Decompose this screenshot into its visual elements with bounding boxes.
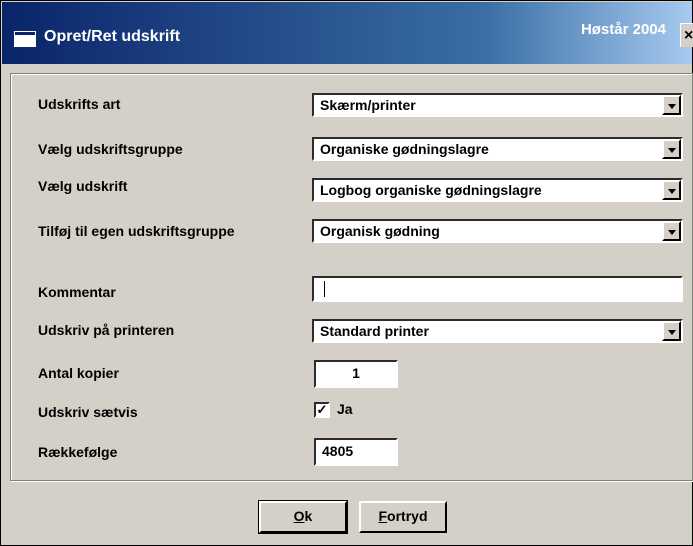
udskriftsgruppe-label: Vælg udskriftsgruppe [38, 141, 183, 157]
udskriftsgruppe-value: Organiske gødningslagre [320, 141, 489, 157]
ok-label-rest: k [304, 508, 313, 524]
season-label: Høstår 2004 [580, 21, 666, 38]
udskrift-label: Vælg udskrift [38, 178, 128, 194]
printer-label: Udskriv på printeren [38, 322, 175, 338]
egen-gruppe-value: Organisk gødning [320, 223, 440, 239]
egen-gruppe-label: Tilføj til egen udskriftsgruppe [38, 223, 235, 239]
ok-button[interactable]: Ok [258, 500, 348, 534]
window-icon [14, 31, 36, 47]
saetvis-check-label[interactable]: Ja [337, 401, 353, 417]
raekkefolge-label: Rækkefølge [38, 444, 118, 460]
udskrifts-art-value: Skærm/printer [320, 97, 416, 113]
fortryd-mnemonic: F [378, 508, 388, 524]
printer-value: Standard printer [320, 323, 429, 339]
window-title: Opret/Ret udskrift [44, 28, 181, 45]
kommentar-label: Kommentar [38, 284, 116, 300]
close-icon[interactable]: × [680, 23, 693, 47]
saetvis-label: Udskriv sætvis [38, 404, 138, 420]
ok-mnemonic: O [293, 508, 305, 524]
kopier-label: Antal kopier [38, 365, 119, 381]
title-bar: Opret/Ret udskrift Høstår 2004 [2, 2, 692, 64]
chevron-down-icon[interactable] [662, 321, 681, 341]
chevron-down-icon[interactable] [662, 95, 681, 115]
fortryd-button[interactable]: Fortryd [359, 501, 447, 533]
udskrift-select[interactable]: Logbog organiske gødningslagre [312, 178, 683, 202]
udskrift-value: Logbog organiske gødningslagre [320, 182, 542, 198]
raekkefolge-input[interactable]: 4805 [314, 438, 398, 466]
egen-gruppe-select[interactable]: Organisk gødning [312, 219, 683, 243]
text-cursor [324, 281, 325, 297]
udskrifts-art-label: Udskrifts art [38, 96, 121, 112]
udskriftsgruppe-select[interactable]: Organiske gødningslagre [312, 137, 683, 161]
saetvis-checkbox[interactable]: ✓ [314, 402, 330, 418]
chevron-down-icon[interactable] [662, 180, 681, 200]
chevron-down-icon[interactable] [662, 139, 681, 159]
chevron-down-icon[interactable] [662, 221, 681, 241]
kommentar-input[interactable] [312, 276, 683, 302]
dialog-window: Opret/Ret udskrift Høstår 2004 × Udskrif… [0, 0, 693, 546]
printer-select[interactable]: Standard printer [312, 319, 683, 343]
kopier-input[interactable]: 1 [314, 360, 398, 388]
udskrifts-art-select[interactable]: Skærm/printer [312, 93, 683, 117]
fortryd-label-rest: ortryd [387, 508, 428, 524]
